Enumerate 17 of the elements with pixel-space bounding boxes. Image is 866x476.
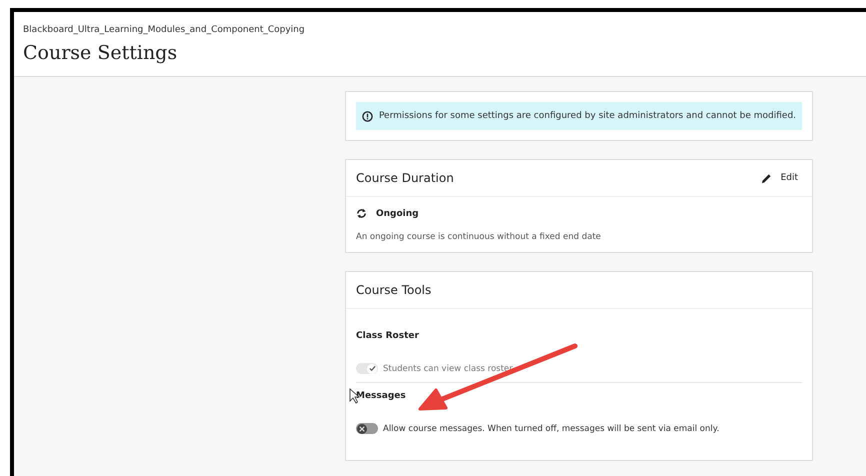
duration-status: Ongoing (376, 208, 419, 218)
tool-title: Class Roster (356, 331, 420, 341)
toggle-switch[interactable] (356, 423, 378, 434)
close-icon (359, 426, 365, 432)
notice-text: Permissions for some settings are configured by site administrators and cannot be modified. (378, 111, 796, 121)
page-title: Course Settings (23, 42, 178, 64)
breadcrumb[interactable]: Blackboard_Ultra_Learning_Modules_and_Component_Copying (23, 25, 857, 35)
pencil-icon (760, 172, 772, 184)
card-heading: Course Duration (356, 171, 454, 185)
check-icon (368, 365, 376, 372)
duration-description: An ongoing course is continuous without a fixed end date (356, 232, 602, 242)
card-heading: Course Tools (356, 283, 432, 297)
toggle-label: Allow course messages. When turned off, messages will be sent via email only. (383, 424, 720, 434)
info-icon (362, 110, 373, 122)
edit-button[interactable]: Edit (760, 172, 798, 184)
tool-title: Messages (356, 391, 407, 401)
refresh-icon (356, 208, 367, 219)
